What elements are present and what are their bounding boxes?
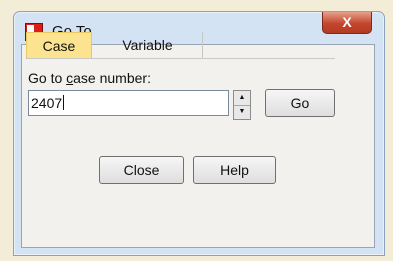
close-button[interactable]: Close (99, 156, 184, 184)
text-caret (63, 95, 65, 110)
tab-divider (26, 58, 335, 59)
go-button[interactable]: Go (265, 89, 335, 117)
window-close-button[interactable]: X (322, 12, 372, 34)
case-number-spinner[interactable]: ▲ ▼ (233, 90, 251, 120)
help-button[interactable]: Help (193, 156, 276, 184)
case-number-input[interactable]: 2407 (28, 90, 229, 116)
case-number-label: Go to case number: (28, 70, 151, 86)
tab-variable[interactable]: Variable (93, 32, 203, 58)
spin-up-icon[interactable]: ▲ (234, 91, 250, 106)
tab-case[interactable]: Case (26, 32, 92, 58)
spin-down-icon[interactable]: ▼ (234, 105, 250, 119)
